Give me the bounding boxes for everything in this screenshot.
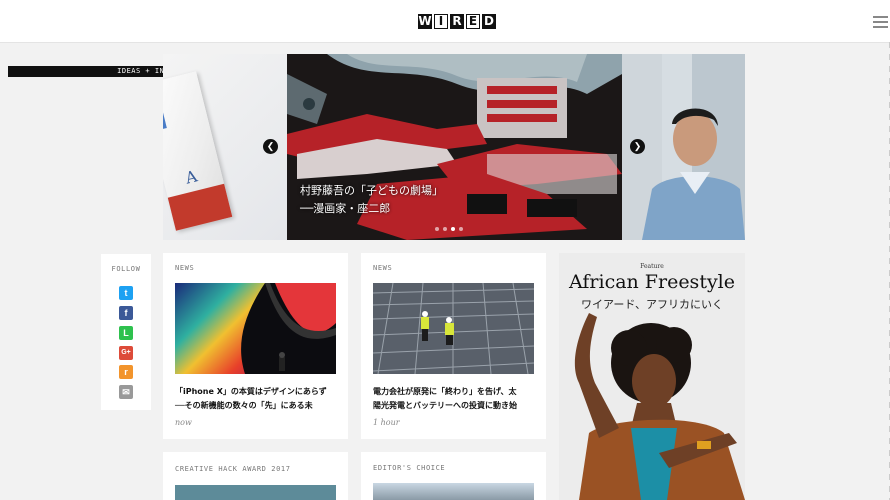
carousel-dot[interactable] xyxy=(443,227,447,231)
article-thumbnail[interactable] xyxy=(175,283,336,374)
follow-title: FOLLOW xyxy=(111,265,141,273)
logo-letter: D xyxy=(482,14,496,29)
hero-caption[interactable]: 村野藤吾の「子どもの劇場」 ──漫画家・座二郎 xyxy=(300,182,443,218)
card-title-line: ──その新機能の数々の「先」にある未 xyxy=(175,401,313,410)
line-icon[interactable]: L xyxy=(119,326,133,340)
article-thumbnail[interactable] xyxy=(373,283,534,374)
chevron-right-icon[interactable]: ❯ xyxy=(630,139,645,154)
card-time: 1 hour xyxy=(373,418,400,427)
carousel-dots xyxy=(435,227,463,231)
card-title[interactable]: 「iPhone X」の本質はデザインにあらず ──その新機能の数々の「先」にある… xyxy=(175,385,337,413)
article-thumbnail[interactable] xyxy=(373,483,534,500)
facebook-icon[interactable]: f xyxy=(119,306,133,320)
follow-sidebar: FOLLOW t f L G+ r ✉ xyxy=(101,254,151,410)
google-plus-icon[interactable]: G+ xyxy=(119,346,133,360)
feature-banner[interactable]: Feature African Freestyle ワイアード、アフリカにいく xyxy=(559,253,745,500)
card-time: now xyxy=(175,418,192,427)
article-card[interactable]: CREATIVE HACK AWARD 2017 xyxy=(163,452,348,500)
card-tag: NEWS xyxy=(175,264,195,272)
mail-icon[interactable]: ✉ xyxy=(119,385,133,399)
hamburger-icon[interactable] xyxy=(873,16,888,30)
feature-title: African Freestyle xyxy=(568,271,736,293)
logo-letter: W xyxy=(418,14,432,29)
feature-kicker: Feature xyxy=(640,263,664,270)
card-tag: EDITOR'S CHOICE xyxy=(373,464,446,472)
carousel-dot[interactable] xyxy=(435,227,439,231)
card-tag: CREATIVE HACK AWARD 2017 xyxy=(175,465,291,473)
article-card[interactable]: NEWS 電力会社が原発に「終わり」を告げ、太 陽光発電とバッテリーへの投資に動… xyxy=(361,253,546,439)
carousel-dot[interactable] xyxy=(459,227,463,231)
card-title-line: 電力会社が原発に「終わり」を告げ、太 xyxy=(373,387,517,396)
logo-letter: R xyxy=(450,14,464,29)
logo-letter: I xyxy=(434,14,448,29)
carousel-dot-active[interactable] xyxy=(451,227,455,231)
wired-logo[interactable]: W I R E D xyxy=(418,14,496,29)
card-tag: NEWS xyxy=(373,264,393,272)
iphone-photo xyxy=(175,283,336,374)
card-title-line: 陽光発電とバッテリーへの投資に動き始 xyxy=(373,401,517,410)
hero-caption-line: ──漫画家・座二郎 xyxy=(300,202,391,215)
hero-caption-line: 村野藤吾の「子どもの劇場」 xyxy=(300,184,443,197)
card-title[interactable]: 電力会社が原発に「終わり」を告げ、太 陽光発電とバッテリーへの投資に動き始 xyxy=(373,385,535,413)
twitter-icon[interactable]: t xyxy=(119,286,133,300)
card-title-line: 「iPhone X」の本質はデザインにあらず xyxy=(175,387,327,396)
chevron-left-icon[interactable]: ❮ xyxy=(263,139,278,154)
article-card[interactable]: EDITOR'S CHOICE xyxy=(361,452,546,500)
solar-panel-photo xyxy=(373,283,534,374)
feature-subtitle: ワイアード、アフリカにいく xyxy=(581,298,723,311)
rss-icon[interactable]: r xyxy=(119,365,133,379)
top-bar: W I R E D xyxy=(0,0,890,43)
hero-carousel[interactable]: A 村野藤吾の「子どもの劇場」 ──漫画家・座二郎 ❮ ❯ xyxy=(163,54,745,240)
article-thumbnail[interactable] xyxy=(175,485,336,500)
logo-letter: E xyxy=(466,14,480,29)
book-image: A xyxy=(163,71,233,231)
article-card[interactable]: NEWS 「iPhone X」の本質はデザインにあらず ──その新機能の数々の「… xyxy=(163,253,348,439)
